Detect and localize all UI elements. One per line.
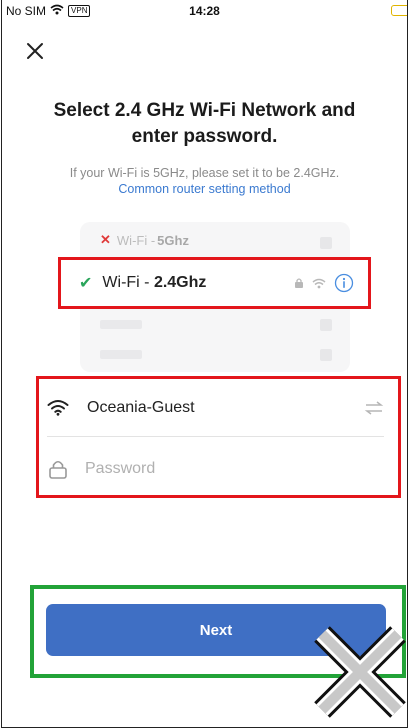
placeholder-square — [320, 319, 332, 331]
band-24-value: 2.4Ghz — [153, 274, 207, 291]
band-5g-prefix: Wi-Fi - — [116, 232, 156, 248]
page-subtitle: If your Wi-Fi is 5GHz, please set it to … — [69, 166, 340, 180]
close-button[interactable] — [22, 38, 48, 64]
password-row — [47, 441, 384, 497]
band-24-prefix: Wi-Fi - — [102, 274, 154, 291]
band-24-label: Wi-Fi - 2.4Ghz — [102, 274, 206, 292]
status-time: 14:28 — [189, 4, 220, 18]
lock-icon — [49, 460, 67, 479]
wifi-form: Oceania-Guest — [36, 376, 401, 498]
status-bar: No SIM VPN 14:28 — [2, 0, 407, 24]
page-title: Select 2.4 GHz Wi-Fi Network and enter p… — [53, 100, 356, 147]
band-24-card: ✔ Wi-Fi - 2.4Ghz — [58, 257, 371, 309]
password-input[interactable] — [85, 460, 384, 478]
placeholder-square — [320, 349, 332, 361]
band-5g-row: ✕ Wi-Fi - 5Ghz — [100, 232, 189, 248]
band-5g-value: 5Ghz — [157, 232, 189, 248]
switch-network-icon[interactable] — [364, 400, 384, 415]
info-icon[interactable] — [334, 273, 354, 293]
wifi-signal-icon — [312, 278, 326, 288]
placeholder-square — [320, 237, 332, 249]
placeholder-bar — [100, 350, 142, 359]
battery-icon — [391, 5, 407, 16]
close-icon — [27, 43, 43, 59]
app-screen: No SIM VPN 14:28 Select 2.4 GHz Wi-Fi Ne… — [1, 0, 408, 728]
placeholder-bar — [100, 320, 142, 329]
lock-icon — [295, 278, 303, 288]
check-icon: ✔ — [79, 275, 93, 292]
wifi-icon — [47, 400, 69, 416]
ssid-field[interactable]: Oceania-Guest — [47, 379, 384, 437]
band-24-icons — [294, 273, 354, 293]
router-setting-link[interactable]: Common router setting method — [12, 182, 397, 196]
ssid-value: Oceania-Guest — [87, 398, 195, 416]
cross-mark-icon — [314, 626, 406, 718]
cross-icon: ✕ — [100, 232, 111, 247]
